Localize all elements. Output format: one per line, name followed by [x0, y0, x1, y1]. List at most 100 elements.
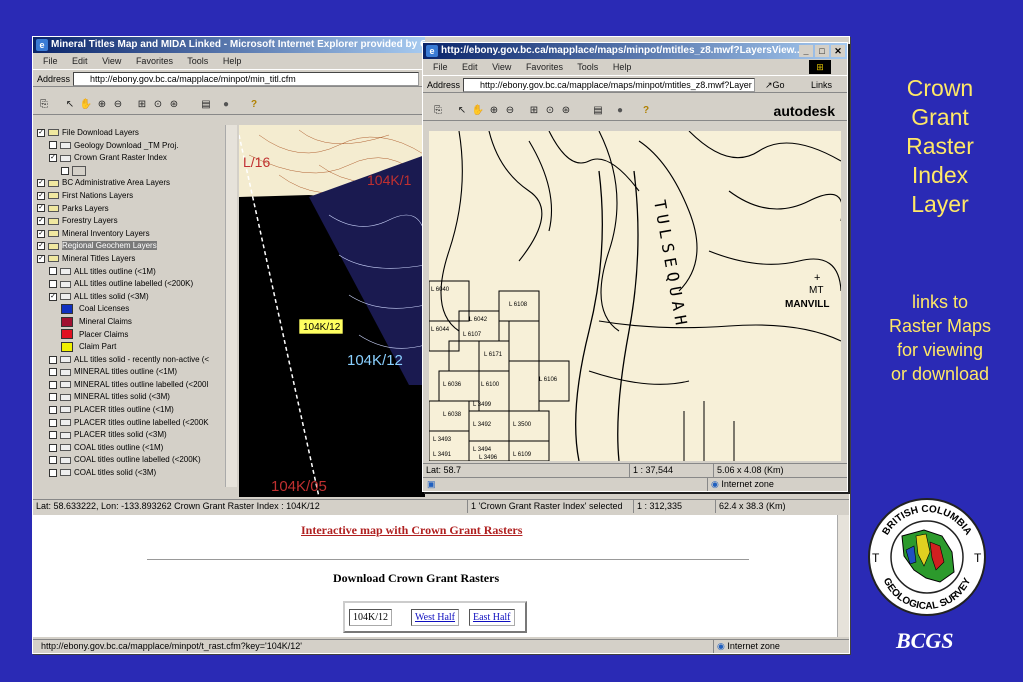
layer-checkbox[interactable]: ✓ — [37, 191, 45, 200]
menu-view[interactable]: View — [492, 62, 511, 72]
pan-hand-icon[interactable]: ✋ — [79, 98, 93, 112]
help-icon[interactable]: ? — [247, 98, 261, 112]
back-address-input[interactable]: http://ebony.gov.bc.ca/mapplace/minpot/m… — [73, 72, 419, 86]
layer-checkbox[interactable] — [49, 393, 57, 402]
copy-icon[interactable]: ⎘ — [431, 104, 445, 118]
zoom-in-icon[interactable]: ⊕ — [95, 98, 109, 112]
layer-checkbox[interactable]: ✓ — [37, 217, 45, 226]
layer-checkbox[interactable] — [49, 468, 57, 477]
west-half-link[interactable]: West Half — [411, 609, 460, 626]
minimize-icon[interactable]: _ — [799, 45, 813, 57]
layer-row[interactable] — [37, 165, 235, 178]
east-half-link[interactable]: East Half — [469, 609, 515, 626]
page-scrollbar[interactable] — [837, 515, 849, 637]
layer-row[interactable]: MINERAL titles solid (<3M) — [37, 391, 235, 404]
menu-file[interactable]: File — [43, 56, 58, 66]
pan-hand-icon[interactable]: ✋ — [471, 104, 485, 118]
layer-row[interactable]: ✓ Forestry Layers — [37, 215, 235, 228]
layer-row[interactable]: ✓ Mineral Inventory Layers — [37, 228, 235, 241]
menu-edit[interactable]: Edit — [72, 56, 88, 66]
layer-row[interactable]: MINERAL titles outline (<1M) — [37, 366, 235, 379]
layers-scrollbar[interactable] — [225, 125, 237, 487]
layer-checkbox[interactable] — [61, 166, 69, 175]
layer-checkbox[interactable]: ✓ — [37, 179, 45, 188]
menu-tools[interactable]: Tools — [577, 62, 598, 72]
layer-checkbox[interactable] — [49, 280, 57, 289]
layer-checkbox[interactable]: ✓ — [37, 254, 45, 263]
stop-icon[interactable]: ● — [613, 104, 627, 118]
select-arrow-icon[interactable]: ↖ — [455, 104, 469, 118]
help-icon[interactable]: ? — [639, 104, 653, 118]
layer-row[interactable]: COAL titles solid (<3M) — [37, 467, 235, 480]
menu-tools[interactable]: Tools — [187, 56, 208, 66]
print-icon[interactable]: ▤ — [591, 104, 605, 118]
zoom-previous-icon[interactable]: ⊙ — [543, 104, 557, 118]
zoom-window-icon[interactable]: ⊞ — [135, 98, 149, 112]
layer-row[interactable]: PLACER titles outline (<1M) — [37, 404, 235, 417]
layer-row[interactable]: COAL titles outline (<1M) — [37, 442, 235, 455]
layer-checkbox[interactable] — [49, 431, 57, 440]
close-icon[interactable]: ✕ — [831, 45, 845, 57]
front-window-titlebar[interactable]: e http://ebony.gov.bc.ca/mapplace/maps/m… — [423, 43, 847, 59]
layer-checkbox[interactable] — [49, 380, 57, 389]
layer-row[interactable]: PLACER titles outline labelled (<200K — [37, 417, 235, 430]
front-map-canvas[interactable]: TULSEQUAH + MT MANVILL L 6040 L 6044 L 6… — [429, 131, 841, 461]
layer-checkbox[interactable] — [49, 418, 57, 427]
back-map-canvas[interactable]: L/16 104K/1 104K/12 104K/05 104K/12 — [239, 125, 425, 497]
layer-row[interactable]: ✓ Parks Layers — [37, 203, 235, 216]
layer-row[interactable]: MINERAL titles outline labelled (<200l — [37, 379, 235, 392]
layer-row[interactable]: ✓ First Nations Layers — [37, 190, 235, 203]
layer-row[interactable]: ✓ BC Administrative Area Layers — [37, 177, 235, 190]
front-address-input[interactable]: http://ebony.gov.bc.ca/mapplace/maps/min… — [463, 78, 755, 92]
back-window-titlebar[interactable]: e Mineral Titles Map and MIDA Linked - M… — [33, 37, 425, 53]
stop-icon[interactable]: ● — [219, 98, 233, 112]
menu-edit[interactable]: Edit — [462, 62, 478, 72]
layer-row[interactable]: ✓ ALL titles solid (<3M) — [37, 291, 235, 304]
layer-checkbox[interactable] — [49, 355, 57, 364]
layer-checkbox[interactable]: ✓ — [37, 204, 45, 213]
layer-row[interactable]: Claim Part — [37, 341, 235, 354]
maximize-icon[interactable]: □ — [815, 45, 829, 57]
menu-help[interactable]: Help — [223, 56, 242, 66]
layer-checkbox[interactable] — [49, 141, 57, 150]
layer-row[interactable]: ALL titles outline (<1M) — [37, 266, 235, 279]
layer-checkbox[interactable] — [49, 456, 57, 465]
menu-file[interactable]: File — [433, 62, 448, 72]
zoom-goto-icon[interactable]: ⊛ — [167, 98, 181, 112]
zoom-previous-icon[interactable]: ⊙ — [151, 98, 165, 112]
layer-row[interactable]: ✓ Mineral Titles Layers — [37, 253, 235, 266]
copy-icon[interactable]: ⎘ — [37, 98, 51, 112]
layer-row[interactable]: PLACER titles solid (<3M) — [37, 429, 235, 442]
zoom-window-icon[interactable]: ⊞ — [527, 104, 541, 118]
zoom-goto-icon[interactable]: ⊛ — [559, 104, 573, 118]
menu-favorites[interactable]: Favorites — [526, 62, 563, 72]
layer-row[interactable]: ALL titles solid - recently non-active (… — [37, 354, 235, 367]
menu-view[interactable]: View — [102, 56, 121, 66]
layer-row[interactable]: Mineral Claims — [37, 316, 235, 329]
layer-checkbox[interactable] — [49, 405, 57, 414]
layer-row[interactable]: Placer Claims — [37, 329, 235, 342]
interactive-map-link[interactable]: Interactive map with Crown Grant Rasters — [301, 523, 522, 538]
layer-row[interactable]: ✓ Crown Grant Raster Index — [37, 152, 235, 165]
layer-checkbox[interactable]: ✓ — [49, 154, 57, 163]
layer-checkbox[interactable] — [49, 368, 57, 377]
zoom-out-icon[interactable]: ⊖ — [111, 98, 125, 112]
select-arrow-icon[interactable]: ↖ — [63, 98, 77, 112]
layer-row[interactable]: Geology Download _TM Proj. — [37, 140, 235, 153]
links-button[interactable]: Links — [811, 76, 832, 94]
layer-row[interactable]: ✓ Regional Geochem Layers — [37, 240, 235, 253]
menu-favorites[interactable]: Favorites — [136, 56, 173, 66]
layer-checkbox[interactable]: ✓ — [37, 229, 45, 238]
layer-checkbox[interactable]: ✓ — [37, 242, 45, 251]
zoom-in-icon[interactable]: ⊕ — [487, 104, 501, 118]
go-button[interactable]: ↗Go — [765, 76, 785, 94]
menu-help[interactable]: Help — [613, 62, 632, 72]
zoom-out-icon[interactable]: ⊖ — [503, 104, 517, 118]
layer-checkbox[interactable] — [49, 443, 57, 452]
print-icon[interactable]: ▤ — [199, 98, 213, 112]
layer-checkbox[interactable]: ✓ — [37, 128, 45, 137]
layer-row[interactable]: ✓ File Download Layers — [37, 127, 235, 140]
layer-row[interactable]: Coal Licenses — [37, 303, 235, 316]
layer-row[interactable]: ALL titles outline labelled (<200K) — [37, 278, 235, 291]
layer-checkbox[interactable] — [49, 267, 57, 276]
